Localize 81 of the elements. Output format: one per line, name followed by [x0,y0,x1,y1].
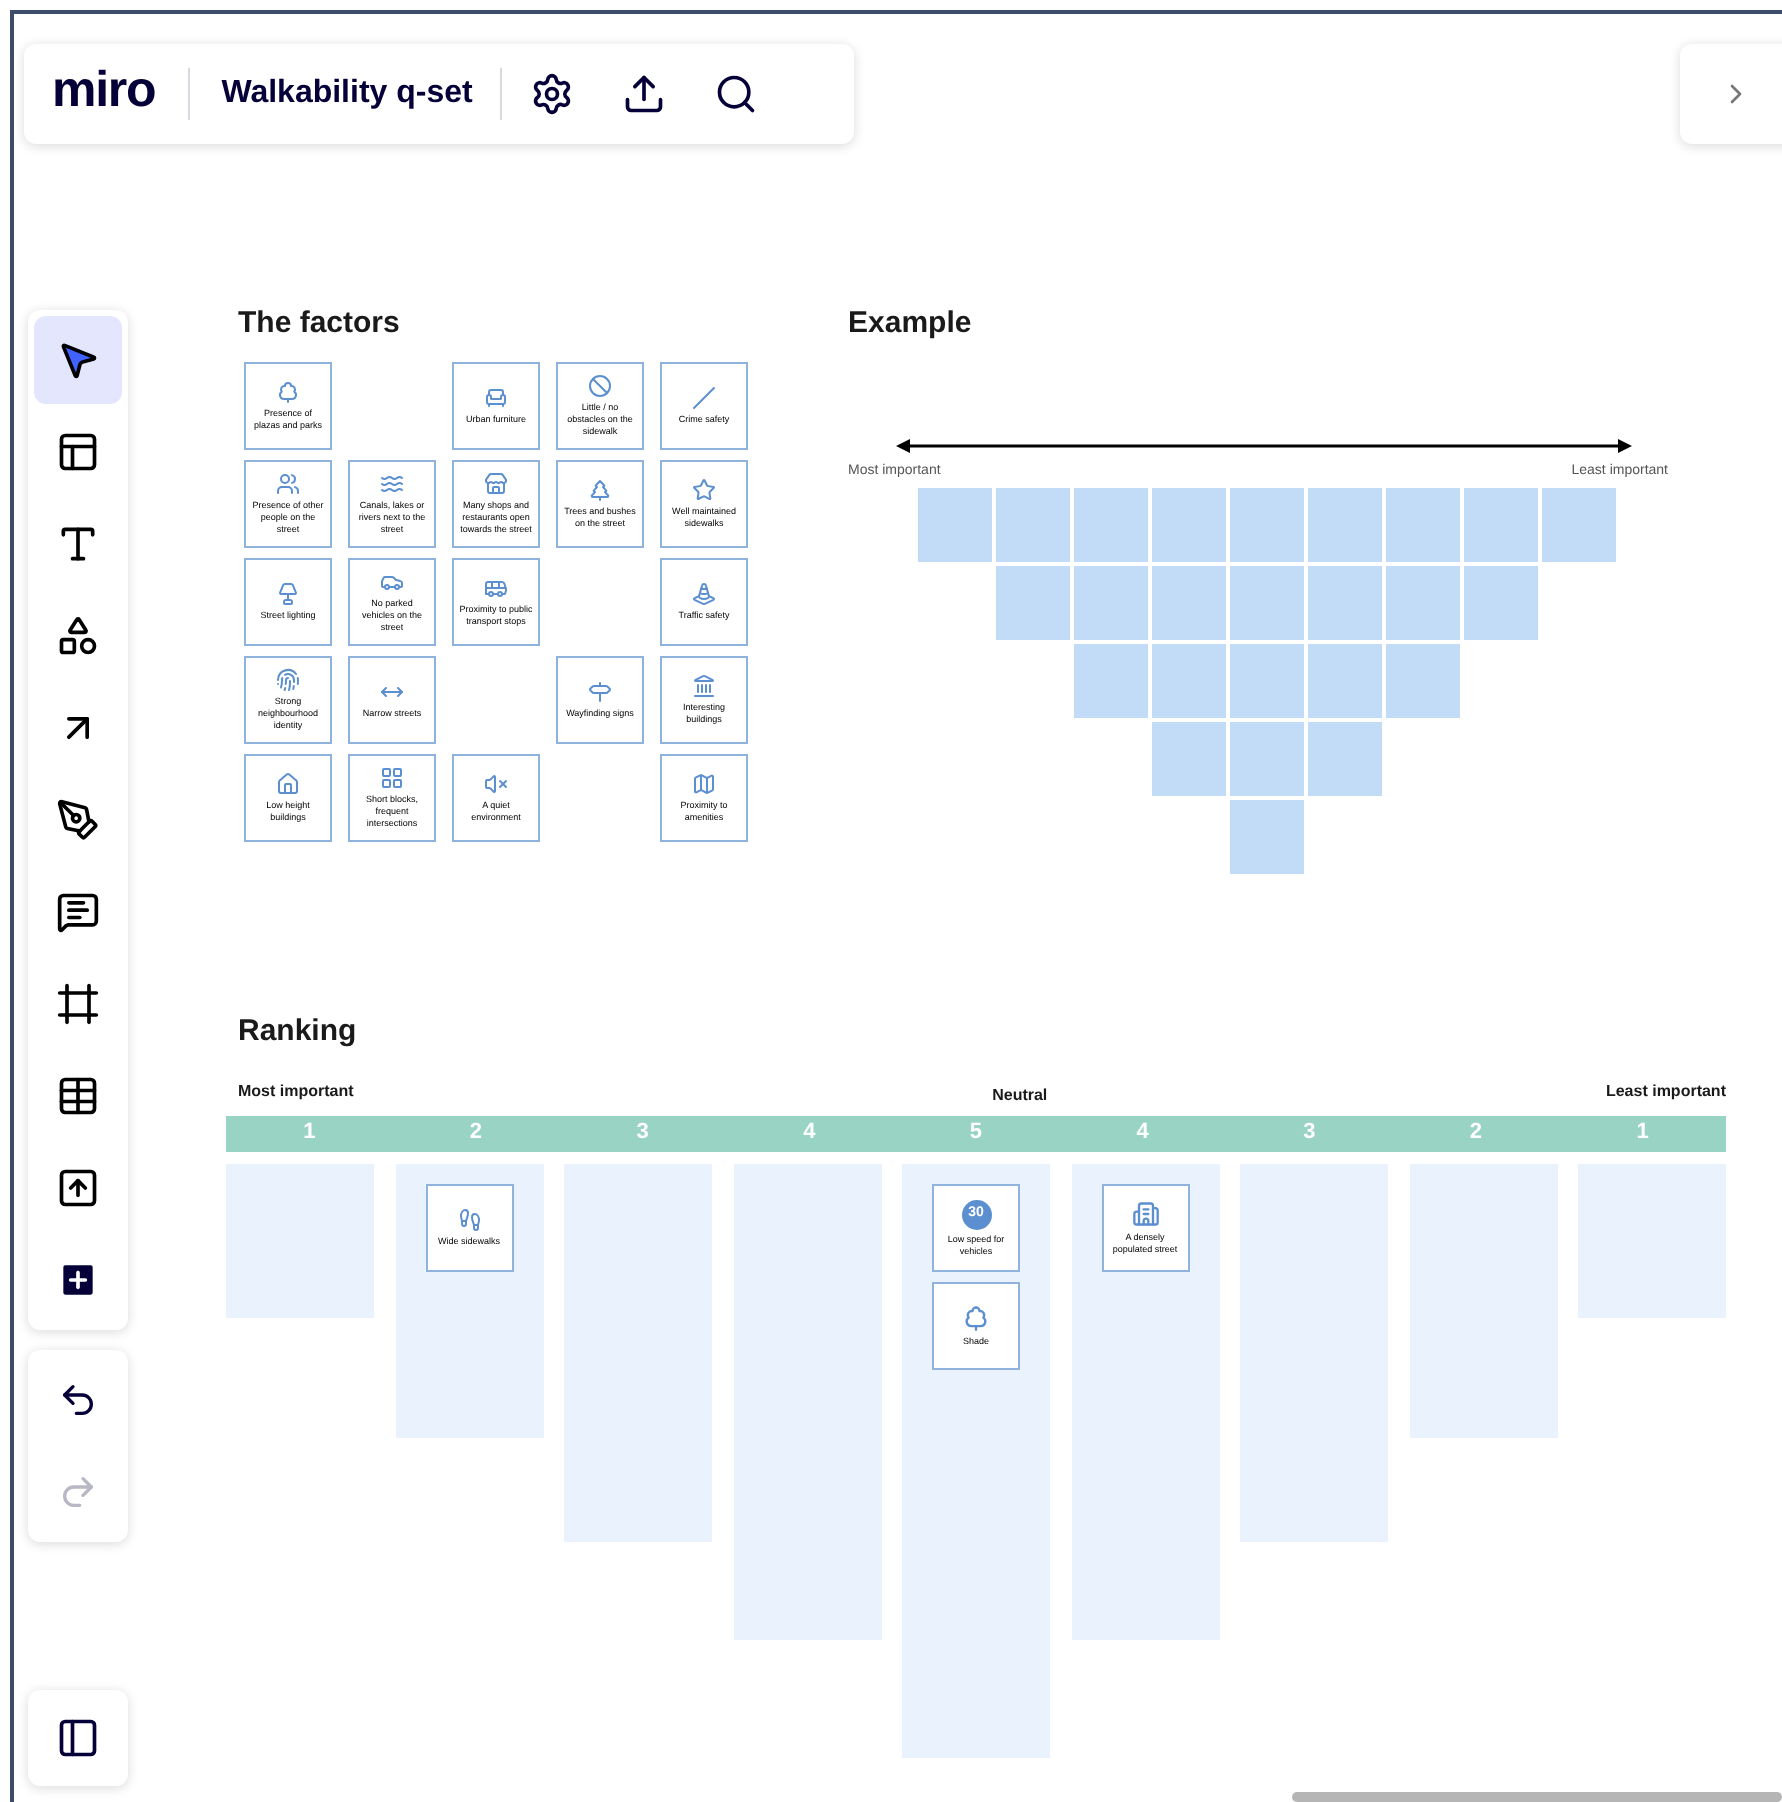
grid-slot [1073,643,1147,717]
rank-number: 4 [1134,1118,1151,1148]
water-icon [380,472,404,497]
grid-slot [1229,799,1303,873]
board-title[interactable]: Walkability q-set [221,70,473,118]
grid-slot [1073,487,1147,561]
grid-slot [1151,565,1225,639]
section-title: Ranking [238,1016,359,1046]
tree-icon [588,478,612,503]
grid-slot [1307,487,1381,561]
grid-slot [1151,487,1225,561]
rank-number: 2 [467,1118,485,1148]
bench-icon [484,386,508,411]
grid-slot [1229,643,1303,717]
undo-icon [58,1380,98,1420]
grid-slot [995,565,1069,639]
grid-slot [1151,721,1225,795]
redo-icon [58,1472,98,1512]
rank-number: 1 [1634,1118,1651,1148]
frame-icon [56,982,100,1026]
traffic-cone-icon [692,582,716,607]
upload-icon [56,1166,100,1210]
search-icon[interactable] [714,72,759,116]
no-sign-icon [588,374,612,399]
lamp-icon [276,582,300,607]
grid-slot [1307,721,1381,795]
sidebar-icon [56,1716,100,1760]
grid-slot [995,487,1069,561]
star-icon [692,478,716,503]
fingerprint-icon [276,668,300,693]
mute-icon [484,772,508,797]
tree-icon [276,380,300,405]
grid-slot [1151,643,1225,717]
scale-label: Neutral [992,1084,1048,1108]
tree-icon [962,1304,990,1333]
house-icon [276,772,300,797]
tool-button[interactable] [34,316,122,404]
building-icon [692,674,716,699]
scrollbar[interactable] [1292,1792,1782,1802]
rank-number: 2 [1467,1118,1485,1148]
grid-slot [917,487,991,561]
grid-slot [1229,721,1303,795]
section-title: Example [848,308,974,338]
cursor-icon [56,338,100,382]
shop-icon [484,472,508,497]
grid-slot [1307,643,1381,717]
grid-slot [1385,643,1459,717]
panel-toggle[interactable] [28,1690,128,1786]
grid-slot [1229,487,1303,561]
bus-icon [484,576,508,601]
rank-number: 3 [1301,1118,1318,1148]
building-icon [1131,1200,1159,1229]
car-icon [380,570,404,595]
people-icon [276,472,300,497]
grid-slot [1307,565,1381,639]
blocks-icon [380,766,404,791]
grid-slot [1463,565,1537,639]
grid-slot [1463,487,1537,561]
grid-slot [1073,565,1147,639]
logo[interactable]: miro [52,66,156,122]
comment-icon [56,890,100,934]
pen-icon [56,798,100,842]
rank-number: 1 [301,1118,318,1148]
grid-slot [1229,565,1303,639]
scale-label: Least important [1605,1080,1726,1104]
upload-icon[interactable] [622,72,667,116]
map-icon [692,772,716,797]
grid-slot [1541,487,1615,561]
signpost-icon [588,680,612,705]
grid-slot [1385,487,1459,561]
shapes-icon [56,614,100,658]
rank-number: 3 [634,1118,651,1148]
section-title: The factors [238,308,402,338]
template-icon [56,430,100,474]
grid-slot [1385,565,1459,639]
table-icon [56,1074,100,1118]
scale-label: Most important [238,1080,354,1104]
rank-number: 5 [967,1118,985,1148]
settings-icon[interactable] [530,72,575,116]
rank-number: 4 [801,1118,818,1148]
text-icon [56,522,100,566]
